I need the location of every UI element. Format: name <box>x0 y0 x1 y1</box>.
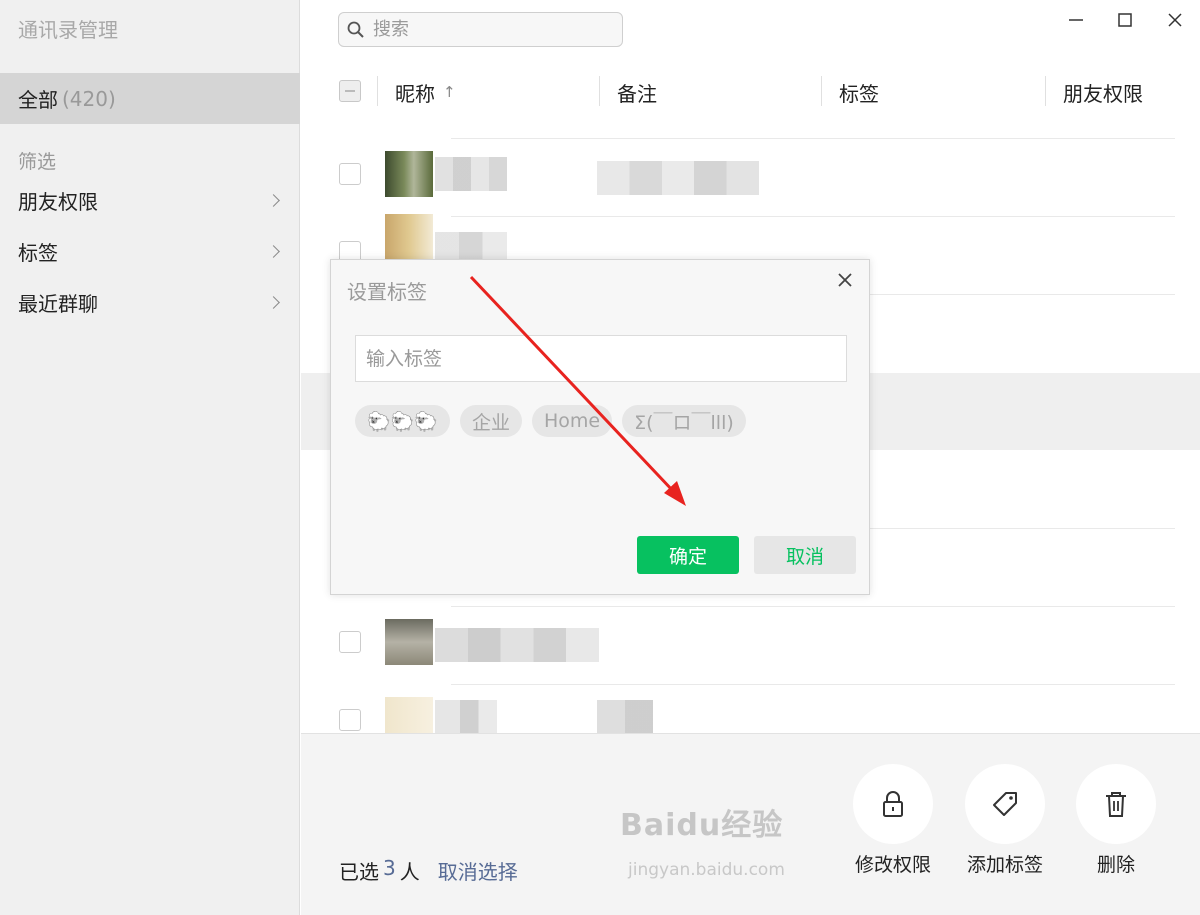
watermark-logo: Baidu经验 <box>620 808 784 843</box>
column-header-tags[interactable]: 标签 <box>839 72 879 112</box>
column-header-nickname[interactable]: 昵称 ↑ <box>395 72 456 112</box>
search-input[interactable] <box>373 19 603 40</box>
column-header-remark[interactable]: 备注 <box>617 72 657 112</box>
maximize-button[interactable] <box>1110 8 1140 32</box>
sidebar-item-label: 最近群聊 <box>18 291 98 316</box>
row-checkbox[interactable] <box>339 163 361 185</box>
close-icon <box>838 273 852 287</box>
dialog-title: 设置标签 <box>347 280 427 304</box>
chevron-right-icon <box>267 295 280 309</box>
selected-count: 3 <box>383 856 396 880</box>
close-icon <box>1168 13 1182 27</box>
tag-chip[interactable]: Home <box>532 405 613 437</box>
cancel-button[interactable]: 取消 <box>754 536 856 574</box>
app-title: 通讯录管理 <box>18 18 118 42</box>
add-tag-button[interactable]: 添加标签 <box>960 764 1050 877</box>
delete-button[interactable]: 删除 <box>1071 764 1161 877</box>
sidebar-item-label: 标签 <box>18 240 58 265</box>
sort-arrow-icon: ↑ <box>443 83 456 101</box>
tag-chip[interactable]: Σ(￣ロ￣lll) <box>622 405 746 437</box>
dialog-close-button[interactable] <box>835 270 855 290</box>
tag-icon <box>993 792 1017 816</box>
select-all-checkbox[interactable] <box>339 80 361 102</box>
row-checkbox[interactable] <box>339 631 361 653</box>
row-checkbox[interactable] <box>339 709 361 731</box>
sidebar-item-friend-permission[interactable]: 朋友权限 <box>0 176 300 224</box>
tag-chip[interactable]: 企业 <box>459 405 522 437</box>
deselect-link[interactable]: 取消选择 <box>438 856 518 885</box>
lock-icon <box>883 791 903 817</box>
contact-count: (420) <box>62 86 116 111</box>
chevron-right-icon <box>267 193 280 207</box>
trash-icon <box>1106 792 1126 817</box>
filter-header: 筛选 <box>18 151 57 173</box>
tag-input[interactable] <box>355 335 847 382</box>
avatar <box>385 619 433 665</box>
close-window-button[interactable] <box>1160 8 1190 32</box>
sidebar-item-tags[interactable]: 标签 <box>0 227 300 275</box>
sidebar: 通讯录管理 全部 (420) 筛选 朋友权限 标签 最近群聊 <box>0 0 300 915</box>
avatar <box>385 151 433 197</box>
modify-permission-button[interactable]: 修改权限 <box>848 764 938 877</box>
minimize-icon <box>1069 19 1083 21</box>
maximize-icon <box>1118 13 1132 27</box>
set-tag-dialog: 设置标签 🐑🐑🐑 企业 Home Σ(￣ロ￣lll) 确定 取消 <box>330 259 870 595</box>
confirm-button[interactable]: 确定 <box>637 536 739 574</box>
sidebar-item-all[interactable]: 全部 (420) <box>0 73 300 124</box>
sidebar-item-recent-groups[interactable]: 最近群聊 <box>0 278 300 326</box>
sidebar-item-label: 朋友权限 <box>18 189 98 214</box>
search-box[interactable] <box>338 12 623 47</box>
watermark-url: jingyan.baidu.com <box>628 860 785 880</box>
selection-info: 已选 3 人 取消选择 <box>339 856 518 885</box>
avatar <box>385 214 433 260</box>
column-header-friend-permission[interactable]: 朋友权限 <box>1063 72 1143 112</box>
search-icon <box>347 21 364 38</box>
minimize-button[interactable] <box>1061 8 1091 32</box>
tag-chip[interactable]: 🐑🐑🐑 <box>355 405 450 437</box>
sidebar-item-label: 全部 <box>18 88 58 112</box>
chevron-right-icon <box>267 244 280 258</box>
tag-suggestions: 🐑🐑🐑 企业 Home Σ(￣ロ￣lll) <box>355 405 746 437</box>
